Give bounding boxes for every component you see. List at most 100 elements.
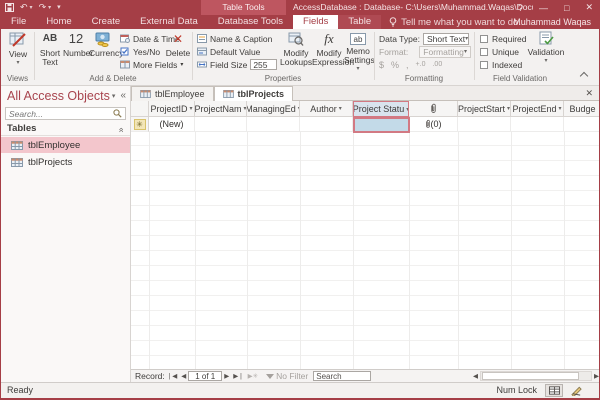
collapse-group-icon[interactable]: »: [113, 127, 127, 132]
close-document-icon[interactable]: ✕: [585, 88, 593, 99]
scrollbar-track[interactable]: [480, 371, 592, 381]
column-header-projectname[interactable]: ProjectNam ▾: [195, 101, 247, 117]
decrease-decimals-icon[interactable]: .00: [432, 61, 442, 68]
required-checkbox[interactable]: Required: [480, 32, 527, 45]
column-header-projectend[interactable]: ProjectEnd ▾: [511, 101, 564, 117]
default-value-button[interactable]: Default Value: [197, 45, 277, 58]
design-view-icon: [570, 386, 582, 396]
tab-fields-active[interactable]: Fields: [293, 15, 339, 29]
column-header-project-status-selected[interactable]: Project Statu ▾: [353, 101, 409, 117]
short-text-button[interactable]: AB Short Text: [37, 31, 63, 67]
comma-format-button[interactable]: ,: [406, 60, 409, 70]
number-button[interactable]: 12 Number: [63, 31, 93, 58]
column-header-attachment[interactable]: [409, 101, 458, 117]
ribbon-group-properties: Name & Caption Default Value Field Size …: [192, 29, 375, 85]
delete-button[interactable]: ✕ Delete: [165, 31, 191, 58]
column-header-projectstart[interactable]: ProjectStart ▾: [458, 101, 511, 117]
redo-dropdown-icon[interactable]: ▾: [48, 4, 51, 11]
cell-author[interactable]: [300, 117, 353, 132]
undo-dropdown-icon[interactable]: ▾: [30, 4, 33, 11]
cell-budget[interactable]: [564, 117, 599, 132]
table-icon: [11, 140, 23, 150]
no-filter-toggle[interactable]: No Filter: [276, 371, 308, 381]
checkbox-icon: [480, 60, 488, 69]
column-header-budget[interactable]: Budge: [564, 101, 599, 117]
column-header-row: ProjectID▾ ProjectNam▾ ManagingEd▾ Autho…: [131, 101, 599, 117]
nav-item-tblprojects[interactable]: tblProjects: [1, 154, 130, 170]
validation-button[interactable]: Validation ▾: [526, 31, 566, 64]
cell-projectid-new[interactable]: (New): [149, 117, 195, 132]
doc-tab-tblemployee[interactable]: tblEmployee: [131, 86, 214, 101]
percent-format-button[interactable]: %: [391, 60, 399, 70]
select-all-cell[interactable]: [131, 101, 149, 117]
nav-search-box[interactable]: [5, 107, 126, 120]
cell-projectname[interactable]: [195, 117, 247, 132]
modify-lookups-button[interactable]: Modify Lookups: [280, 31, 312, 67]
delete-icon: ✕: [172, 32, 184, 46]
cell-attachment[interactable]: (0): [409, 117, 458, 132]
table-icon: [11, 157, 23, 167]
tab-external-data[interactable]: External Data: [130, 15, 208, 29]
collapse-ribbon-icon[interactable]: [579, 71, 589, 81]
nav-item-tblemployee[interactable]: tblEmployee: [1, 137, 130, 153]
new-record-selector[interactable]: ✳: [131, 117, 149, 132]
tab-table[interactable]: Table: [338, 15, 381, 29]
memo-settings-button[interactable]: ab Memo Settings ▾: [344, 31, 375, 72]
checkbox-icon: [480, 34, 488, 43]
format-select[interactable]: Formatting ▾: [419, 45, 471, 58]
more-fields-button[interactable]: More Fields ▾: [120, 58, 183, 71]
tab-database-tools[interactable]: Database Tools: [208, 15, 293, 29]
data-type-select[interactable]: Short Text ▾: [422, 32, 469, 45]
next-record-icon[interactable]: ▶: [222, 372, 231, 380]
indexed-checkbox[interactable]: Indexed: [480, 58, 527, 71]
new-blank-record-icon[interactable]: ▶✳: [246, 372, 260, 380]
help-button[interactable]: ?: [518, 3, 523, 13]
first-record-icon[interactable]: ❘◀: [165, 372, 179, 380]
title-bar: ↶ ▾ ↷ ▾ ▾ Table Tools AccessDatabase : Dat…: [1, 0, 599, 15]
currency-button[interactable]: Currency: [89, 31, 123, 58]
nav-pane-menu-icon[interactable]: ▾: [112, 92, 116, 100]
previous-record-icon[interactable]: ◀: [179, 372, 188, 380]
tell-me-box[interactable]: Tell me what you want to do...: [381, 15, 534, 29]
modify-expression-button[interactable]: fx Modify Expression: [312, 31, 354, 67]
field-size-input[interactable]: 255: [250, 59, 278, 70]
nav-group-tables[interactable]: Tables »: [1, 122, 130, 136]
tab-home[interactable]: Home: [36, 15, 81, 29]
scroll-left-icon[interactable]: ◀: [471, 372, 480, 380]
datasheet-view-button[interactable]: [545, 384, 563, 397]
last-record-icon[interactable]: ▶❘: [231, 372, 245, 380]
cell-projectstart[interactable]: [458, 117, 511, 132]
column-header-author[interactable]: Author ▾: [300, 101, 353, 117]
customize-qat-icon[interactable]: ▾: [57, 0, 61, 15]
column-header-managinged[interactable]: ManagingEd▾: [247, 101, 300, 117]
table-icon: [222, 90, 234, 98]
shutter-close-icon[interactable]: «: [120, 90, 126, 101]
redo-icon[interactable]: ↷: [39, 0, 47, 15]
currency-format-button[interactable]: $: [379, 60, 384, 70]
scroll-right-icon[interactable]: ▶: [592, 372, 599, 380]
scrollbar-thumb[interactable]: [482, 372, 579, 380]
nav-search-input[interactable]: [6, 108, 113, 119]
record-position[interactable]: 1 of 1: [188, 371, 223, 381]
tab-create[interactable]: Create: [82, 15, 131, 29]
cell-managinged[interactable]: [247, 117, 300, 132]
cell-projectend[interactable]: [511, 117, 564, 132]
minimize-button[interactable]: —: [539, 3, 548, 13]
view-button[interactable]: View ▾: [6, 31, 30, 66]
tab-file[interactable]: File: [1, 15, 36, 29]
column-header-projectid[interactable]: ProjectID ▾: [149, 101, 195, 117]
save-icon[interactable]: [5, 3, 14, 12]
close-button[interactable]: ✕: [585, 2, 593, 13]
active-cell-highlight[interactable]: [353, 116, 410, 133]
unique-checkbox[interactable]: Unique: [480, 45, 527, 58]
name-caption-button[interactable]: Name & Caption: [197, 32, 277, 45]
design-view-button[interactable]: [567, 384, 585, 397]
undo-icon[interactable]: ↶: [20, 0, 28, 15]
increase-decimals-icon[interactable]: +.0: [416, 61, 426, 68]
attachment-icon: [430, 103, 436, 113]
record-search-input[interactable]: Search: [313, 371, 372, 381]
doc-tab-tblprojects[interactable]: tblProjects: [213, 86, 294, 101]
maximize-button[interactable]: □: [564, 3, 569, 13]
nav-pane-title[interactable]: All Access Objects: [7, 89, 110, 103]
signed-in-user[interactable]: Muhammad Waqas: [513, 15, 591, 29]
